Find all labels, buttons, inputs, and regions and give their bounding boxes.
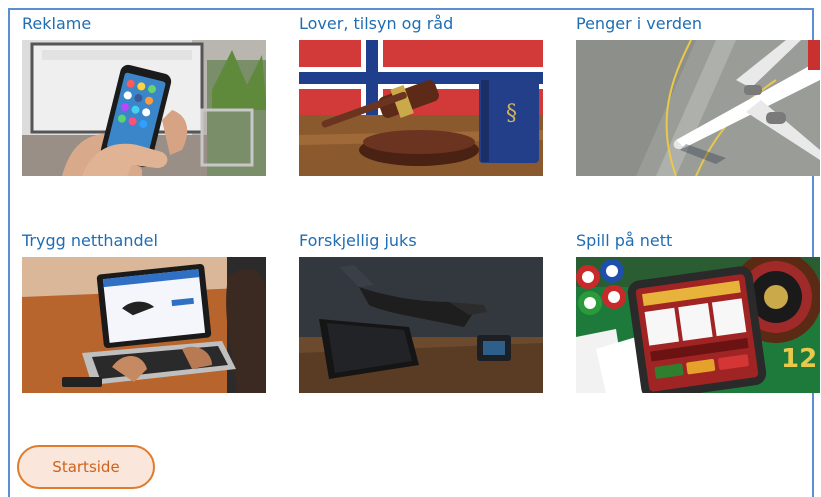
category-card-forskjellig-juks[interactable]: Forskjellig juks <box>299 231 543 393</box>
svg-text:§: § <box>506 101 517 126</box>
category-card-spill-pa-nett[interactable]: Spill på nett 12 <box>576 231 820 393</box>
category-card-trygg-netthandel[interactable]: Trygg netthandel <box>22 231 266 393</box>
category-link-spill-pa-nett[interactable]: Spill på nett <box>576 231 820 253</box>
online-casino-image[interactable]: 12 <box>576 257 820 393</box>
category-link-forskjellig-juks[interactable]: Forskjellig juks <box>299 231 543 253</box>
category-link-reklame[interactable]: Reklame <box>22 14 266 36</box>
gavel-law-book-illustration: § <box>299 40 543 176</box>
category-link-trygg-netthandel[interactable]: Trygg netthandel <box>22 231 266 253</box>
category-card-reklame[interactable]: Reklame <box>22 14 266 176</box>
home-button[interactable]: Startside <box>17 445 155 489</box>
hacker-glove-laptop-illustration <box>299 257 543 393</box>
airplane-illustration <box>576 40 820 176</box>
phone-social-apps-illustration <box>22 40 266 176</box>
phone-social-apps-image[interactable] <box>22 40 266 176</box>
online-casino-illustration: 12 <box>576 257 820 393</box>
gavel-law-book-image[interactable]: § <box>299 40 543 176</box>
airplane-image[interactable] <box>576 40 820 176</box>
category-card-lover-tilsyn-rad[interactable]: Lover, tilsyn og råd § <box>299 14 543 176</box>
category-card-penger-i-verden[interactable]: Penger i verden <box>576 14 820 176</box>
hacker-glove-laptop-image[interactable] <box>299 257 543 393</box>
category-link-penger-i-verden[interactable]: Penger i verden <box>576 14 820 36</box>
laptop-online-shopping-image[interactable] <box>22 257 266 393</box>
category-link-lover-tilsyn-rad[interactable]: Lover, tilsyn og råd <box>299 14 543 36</box>
laptop-online-shopping-illustration <box>22 257 266 393</box>
svg-text:12: 12 <box>781 344 817 374</box>
